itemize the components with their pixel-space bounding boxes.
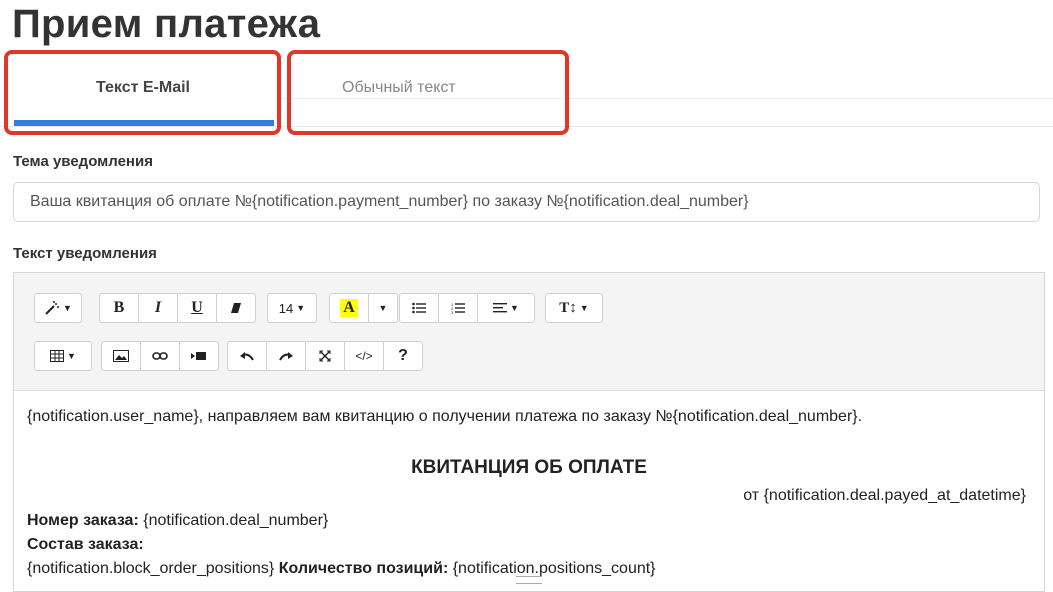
redo-icon xyxy=(279,352,293,361)
editor-resize-handle[interactable] xyxy=(516,576,542,584)
insert-group xyxy=(101,341,219,371)
line-height-icon: T↕ xyxy=(559,299,577,316)
style-group: ▼ xyxy=(34,293,82,323)
chevron-down-icon: ▼ xyxy=(510,303,519,313)
table-group: ▼ xyxy=(34,341,92,371)
code-view-icon: </> xyxy=(355,349,373,363)
line-height-group: T↕ ▼ xyxy=(545,293,603,323)
content-line-greeting: {notification.user_name}, направляем вам… xyxy=(27,408,863,425)
align-dropdown[interactable]: ▼ xyxy=(477,293,535,323)
editor-content[interactable]: {notification.user_name}, направляем вам… xyxy=(14,391,1044,591)
magic-icon xyxy=(45,301,60,315)
order-number-line: Номер заказа: {notification.deal_number} xyxy=(27,512,328,530)
chevron-down-icon: ▼ xyxy=(296,303,306,313)
tab-plain-text-label: Обычный текст xyxy=(342,79,456,96)
help-button[interactable]: ? xyxy=(383,341,423,371)
chevron-down-icon: ▼ xyxy=(67,351,76,361)
insert-video-button[interactable] xyxy=(179,341,219,371)
tab-email-text-label: Текст E-Mail xyxy=(96,79,190,96)
clear-format-button[interactable] xyxy=(216,293,256,323)
bold-icon: B xyxy=(113,299,125,316)
tab-plain-text[interactable]: Обычный текст xyxy=(290,50,566,126)
order-number-label: Номер заказа: xyxy=(27,512,139,529)
table-dropdown[interactable]: ▼ xyxy=(34,341,92,371)
undo-button[interactable] xyxy=(227,341,267,371)
font-color-icon: A xyxy=(340,299,358,317)
eraser-icon xyxy=(231,303,241,313)
positions-count-label: Количество позиций: xyxy=(278,560,449,577)
image-icon xyxy=(113,350,129,362)
fullscreen-icon xyxy=(319,350,331,362)
code-view-button[interactable]: </> xyxy=(344,341,384,371)
chevron-down-icon: ▼ xyxy=(378,303,388,313)
page-title: Прием платежа xyxy=(12,2,321,46)
underline-button[interactable]: U xyxy=(177,293,217,323)
color-group: A ▼ xyxy=(329,293,398,323)
chevron-down-icon: ▼ xyxy=(63,303,72,313)
italic-icon: I xyxy=(154,299,162,316)
paragraph-group: 123 ▼ xyxy=(399,293,535,323)
subject-input[interactable] xyxy=(13,182,1040,222)
order-number-value: {notification.deal_number} xyxy=(138,512,329,529)
font-size-group: 14 ▼ xyxy=(267,293,317,323)
unordered-list-icon xyxy=(412,302,426,314)
order-positions-line: {notification.block_order_positions} Кол… xyxy=(27,560,656,578)
ordered-list-icon: 123 xyxy=(451,302,465,314)
table-icon xyxy=(50,350,65,362)
subject-label: Тема уведомления xyxy=(13,153,153,170)
bold-button[interactable]: B xyxy=(99,293,139,323)
style-button[interactable]: ▼ xyxy=(34,293,82,323)
line-height-dropdown[interactable]: T↕ ▼ xyxy=(545,293,603,323)
fullscreen-button[interactable] xyxy=(305,341,345,371)
order-positions-block: {notification.block_order_positions} xyxy=(27,560,279,577)
link-icon xyxy=(152,352,168,360)
misc-group: </> ? xyxy=(227,341,423,371)
tab-bar: Текст E-Mail Обычный текст xyxy=(0,50,1053,127)
rich-text-editor: ▼ B I U 14 ▼ A ▼ 123 ▼ T↕ ▼ ▼ </> ? {not… xyxy=(13,272,1045,592)
redo-button[interactable] xyxy=(266,341,306,371)
align-icon xyxy=(493,303,508,313)
video-icon xyxy=(191,352,206,360)
editor-toolbar: ▼ B I U 14 ▼ A ▼ 123 ▼ T↕ ▼ ▼ </> ? xyxy=(14,273,1044,391)
receipt-date-line: от {notification.deal.payed_at_datetime} xyxy=(743,487,1026,504)
unordered-list-button[interactable] xyxy=(399,293,439,323)
insert-link-button[interactable] xyxy=(140,341,180,371)
italic-button[interactable]: I xyxy=(138,293,178,323)
svg-text:3: 3 xyxy=(451,310,454,314)
tab-email-text[interactable]: Текст E-Mail xyxy=(12,50,274,126)
active-tab-underline xyxy=(14,120,274,126)
underline-icon: U xyxy=(191,299,203,316)
receipt-title: КВИТАНЦИЯ ОБ ОПЛАТЕ xyxy=(411,457,647,478)
font-size-dropdown[interactable]: 14 ▼ xyxy=(267,293,317,323)
ordered-list-button[interactable]: 123 xyxy=(438,293,478,323)
font-size-value: 14 xyxy=(278,300,294,316)
color-dropdown-button[interactable]: ▼ xyxy=(368,293,398,323)
body-label: Текст уведомления xyxy=(13,245,157,262)
undo-icon xyxy=(240,352,254,361)
insert-image-button[interactable] xyxy=(101,341,141,371)
help-icon: ? xyxy=(398,347,408,364)
font-style-group: B I U xyxy=(99,293,256,323)
chevron-down-icon: ▼ xyxy=(579,303,589,313)
positions-count-value: {notification.positions_count} xyxy=(448,560,656,577)
font-color-button[interactable]: A xyxy=(329,293,369,323)
order-composition-label: Состав заказа: xyxy=(27,536,144,553)
